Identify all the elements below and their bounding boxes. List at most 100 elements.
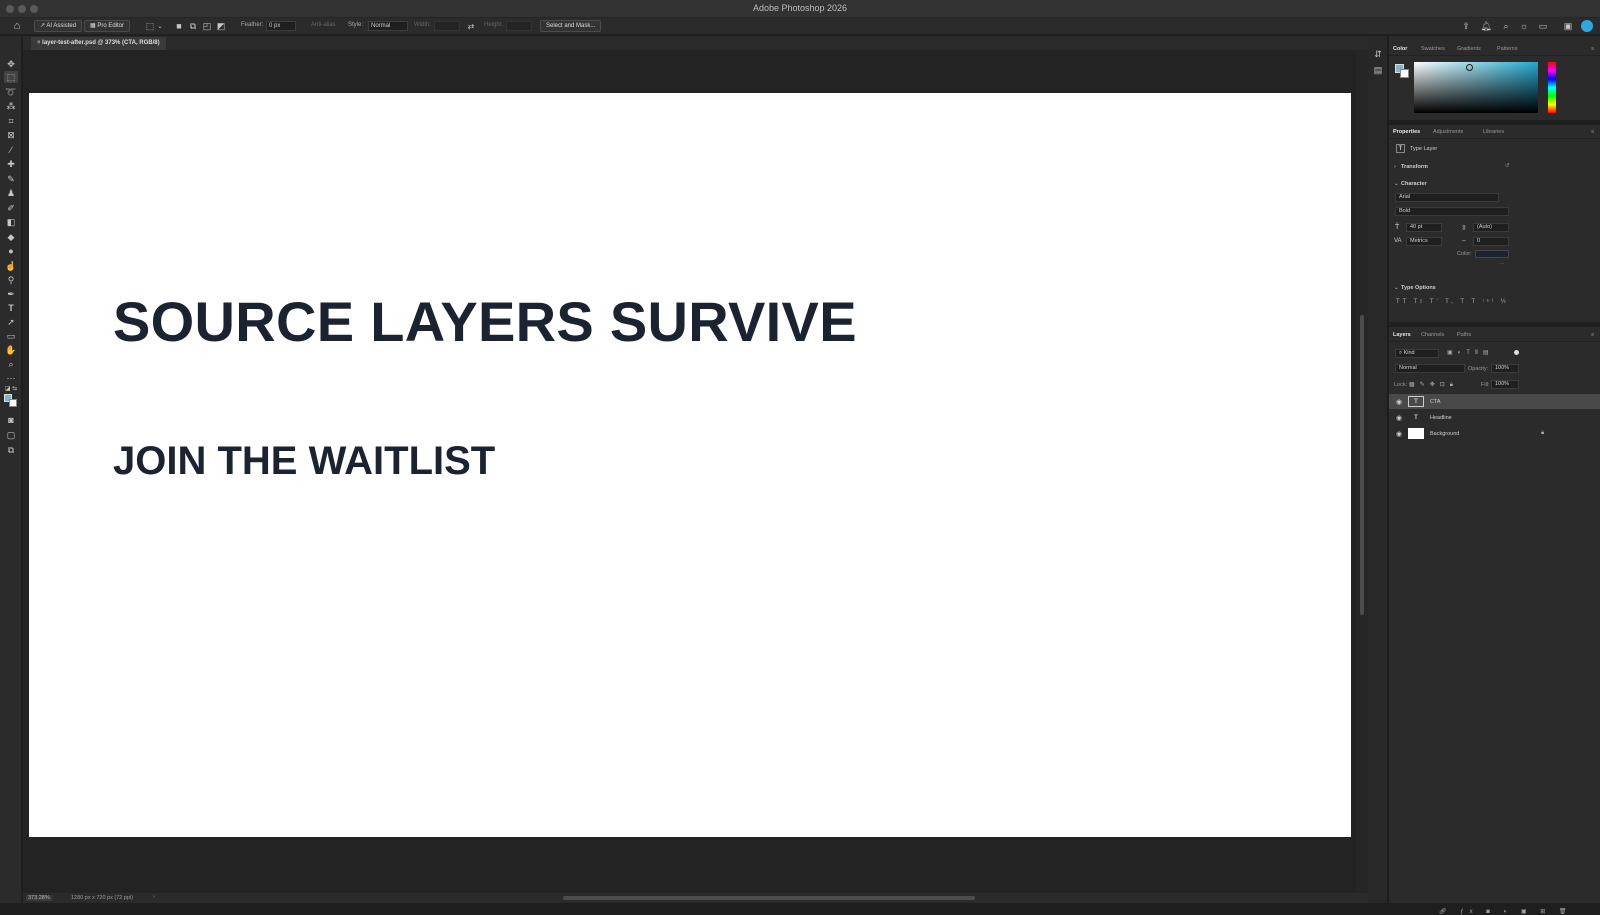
tab-adjustments[interactable]: Adjustments bbox=[1433, 129, 1463, 135]
tab-swatches[interactable]: Swatches bbox=[1421, 46, 1445, 52]
document-canvas[interactable]: SOURCE LAYERS SURVIVE JOIN THE WAITLIST bbox=[29, 93, 1351, 837]
visibility-eye-icon[interactable]: ◉ bbox=[1396, 398, 1402, 406]
frame-tool-icon[interactable]: ⊠ bbox=[5, 129, 17, 141]
layer-name[interactable]: CTA bbox=[1430, 399, 1441, 405]
workspace-icon[interactable]: ▭ bbox=[1536, 21, 1550, 32]
layer-row-headline[interactable]: ◉ T Headline bbox=[1389, 410, 1600, 425]
swap-dimensions-icon[interactable]: ⇄ bbox=[466, 21, 476, 32]
chevron-down-icon[interactable]: ⌄ bbox=[1394, 285, 1399, 291]
tab-channels[interactable]: Channels bbox=[1421, 332, 1444, 338]
history-panel-icon[interactable]: ⇵ bbox=[1372, 48, 1384, 60]
comments-panel-icon[interactable]: ▤ bbox=[1372, 64, 1384, 76]
history-brush-tool-icon[interactable]: ✐ bbox=[5, 202, 17, 214]
chevron-down-icon[interactable]: ⌄ bbox=[156, 21, 164, 32]
anti-alias-checkbox[interactable]: Anti-alias bbox=[311, 22, 336, 28]
layer-name[interactable]: Background bbox=[1430, 431, 1459, 437]
lasso-tool-icon[interactable]: ➰ bbox=[5, 86, 17, 98]
chevron-down-icon[interactable]: ⌄ bbox=[1394, 181, 1399, 187]
hand-tool-icon[interactable]: ✋ bbox=[5, 344, 17, 356]
chevron-right-icon[interactable]: › bbox=[1394, 164, 1396, 170]
brush-tool-icon[interactable]: ✎ bbox=[5, 173, 17, 185]
pro-editor-button[interactable]: ▦ Pro Editor bbox=[84, 20, 131, 32]
select-and-mask-button[interactable]: Select and Mask... bbox=[540, 20, 602, 32]
marquee-preset-icon[interactable]: ⬚ bbox=[144, 21, 156, 32]
eraser-tool-icon[interactable]: ◧ bbox=[5, 216, 17, 228]
intersect-selection-icon[interactable]: ◩ bbox=[216, 21, 226, 32]
tab-properties[interactable]: Properties bbox=[1393, 129, 1420, 135]
home-icon[interactable]: ⌂ bbox=[10, 20, 24, 33]
vertical-scrollbar[interactable] bbox=[1356, 50, 1368, 893]
path-selection-tool-icon[interactable]: ➚ bbox=[5, 316, 17, 328]
cta-text[interactable]: JOIN THE WAITLIST bbox=[113, 439, 495, 484]
filter-toggle-icon[interactable] bbox=[1514, 350, 1519, 355]
background-color-swatch[interactable] bbox=[9, 399, 17, 407]
more-options-icon[interactable]: ⋯ bbox=[1499, 262, 1505, 268]
leading-input[interactable]: (Auto) bbox=[1473, 223, 1509, 232]
headline-text[interactable]: SOURCE LAYERS SURVIVE bbox=[113, 289, 857, 354]
notifications-icon[interactable]: 🔔︎ bbox=[1480, 21, 1492, 32]
reset-transform-icon[interactable]: ↺ bbox=[1505, 163, 1510, 169]
paint-bucket-tool-icon[interactable]: ◆ bbox=[5, 231, 17, 243]
eyedropper-tool-icon[interactable]: ⁄ bbox=[5, 144, 17, 156]
feather-input[interactable]: 0 px bbox=[266, 21, 296, 31]
layer-filter-select[interactable]: ⌕ Kind bbox=[1395, 349, 1439, 358]
color-picker-ring[interactable] bbox=[1466, 64, 1473, 71]
default-colors-icon[interactable]: ◪ ⇆ bbox=[4, 385, 18, 393]
layers-panel-footer-icons[interactable]: 🔗︎ ƒx ◙ ◐ ▣ ⊞ 🗑︎ bbox=[1439, 908, 1573, 915]
screen-mode-icon[interactable]: ▢ bbox=[5, 429, 17, 441]
font-style-select[interactable]: Bold bbox=[1395, 207, 1509, 216]
blend-mode-select[interactable]: Normal bbox=[1395, 364, 1465, 373]
layer-name[interactable]: Headline bbox=[1430, 415, 1452, 421]
dodge-tool-icon[interactable]: ⚲ bbox=[5, 274, 17, 286]
object-selection-tool-icon[interactable]: ⁂ bbox=[5, 100, 17, 112]
subtract-selection-icon[interactable]: ◰ bbox=[202, 21, 212, 32]
smudge-tool-icon[interactable]: ☝ bbox=[5, 260, 17, 272]
ai-assisted-button[interactable]: ↗ AI Assisted bbox=[34, 20, 83, 32]
document-tab[interactable]: × layer-test-after.psd @ 373% (CTA, RGB/… bbox=[31, 37, 166, 50]
layer-row-background[interactable]: ◉ Background 🔒︎ bbox=[1389, 426, 1600, 441]
tab-color[interactable]: Color bbox=[1393, 46, 1407, 52]
type-tool-icon[interactable]: T bbox=[5, 302, 17, 314]
layer-row-cta[interactable]: ◉ T CTA bbox=[1389, 394, 1600, 409]
fill-input[interactable]: 100% bbox=[1491, 380, 1519, 389]
zoom-tool-icon[interactable]: ⌕ bbox=[5, 358, 17, 370]
new-selection-icon[interactable]: ■ bbox=[174, 21, 184, 32]
more-tools-icon[interactable]: ⋯ bbox=[5, 372, 17, 384]
pen-tool-icon[interactable]: ✒ bbox=[5, 288, 17, 300]
text-color-swatch[interactable] bbox=[1475, 250, 1509, 258]
kerning-select[interactable]: Metrics bbox=[1406, 237, 1442, 246]
tab-layers[interactable]: Layers bbox=[1393, 332, 1411, 338]
zoom-level[interactable]: 373.28% bbox=[26, 895, 52, 901]
rectangle-tool-icon[interactable]: ▭ bbox=[5, 330, 17, 342]
avatar[interactable] bbox=[1581, 20, 1593, 32]
character-section-header[interactable]: Character bbox=[1401, 181, 1427, 187]
share-icon[interactable]: ⇪ bbox=[1460, 21, 1472, 32]
clone-stamp-tool-icon[interactable]: ♟ bbox=[5, 187, 17, 199]
visibility-eye-icon[interactable]: ◉ bbox=[1396, 430, 1402, 438]
style-select[interactable]: Normal bbox=[368, 21, 408, 31]
layer-filter-icons[interactable]: ▣◐TⅡ▤ bbox=[1447, 349, 1494, 356]
panel-menu-icon[interactable]: ≡ bbox=[1591, 332, 1594, 338]
discover-icon[interactable]: ☼ bbox=[1518, 21, 1530, 32]
crop-tool-icon[interactable]: ⌗ bbox=[5, 115, 17, 127]
rectangular-marquee-tool-icon[interactable]: ⬚ bbox=[4, 71, 18, 83]
lock-options-icons[interactable]: ▦✎✥⊡🔒︎ bbox=[1409, 381, 1458, 389]
vertical-scrollbar-thumb[interactable] bbox=[1360, 315, 1364, 615]
type-options-buttons[interactable]: TT Tr T' T, T T ᶦˢᵗ ½ bbox=[1396, 299, 1509, 305]
healing-brush-tool-icon[interactable]: ✚ bbox=[5, 158, 17, 170]
panel-menu-icon[interactable]: ≡ bbox=[1591, 46, 1594, 52]
width-input[interactable] bbox=[434, 21, 460, 31]
opacity-input[interactable]: 100% bbox=[1491, 364, 1519, 373]
color-panel-background-swatch[interactable] bbox=[1400, 69, 1409, 78]
blur-tool-icon[interactable]: ● bbox=[5, 245, 17, 257]
height-input[interactable] bbox=[506, 21, 532, 31]
color-field[interactable] bbox=[1414, 62, 1538, 113]
font-size-input[interactable]: 40 pt bbox=[1406, 223, 1442, 232]
type-options-section-header[interactable]: Type Options bbox=[1401, 285, 1436, 291]
tab-libraries[interactable]: Libraries bbox=[1483, 129, 1504, 135]
tab-patterns[interactable]: Patterns bbox=[1497, 46, 1517, 52]
cloud-docs-icon[interactable]: ▣ bbox=[1562, 21, 1574, 32]
hue-slider[interactable] bbox=[1548, 62, 1556, 113]
panel-menu-icon[interactable]: ≡ bbox=[1591, 129, 1594, 135]
visibility-eye-icon[interactable]: ◉ bbox=[1396, 414, 1402, 422]
